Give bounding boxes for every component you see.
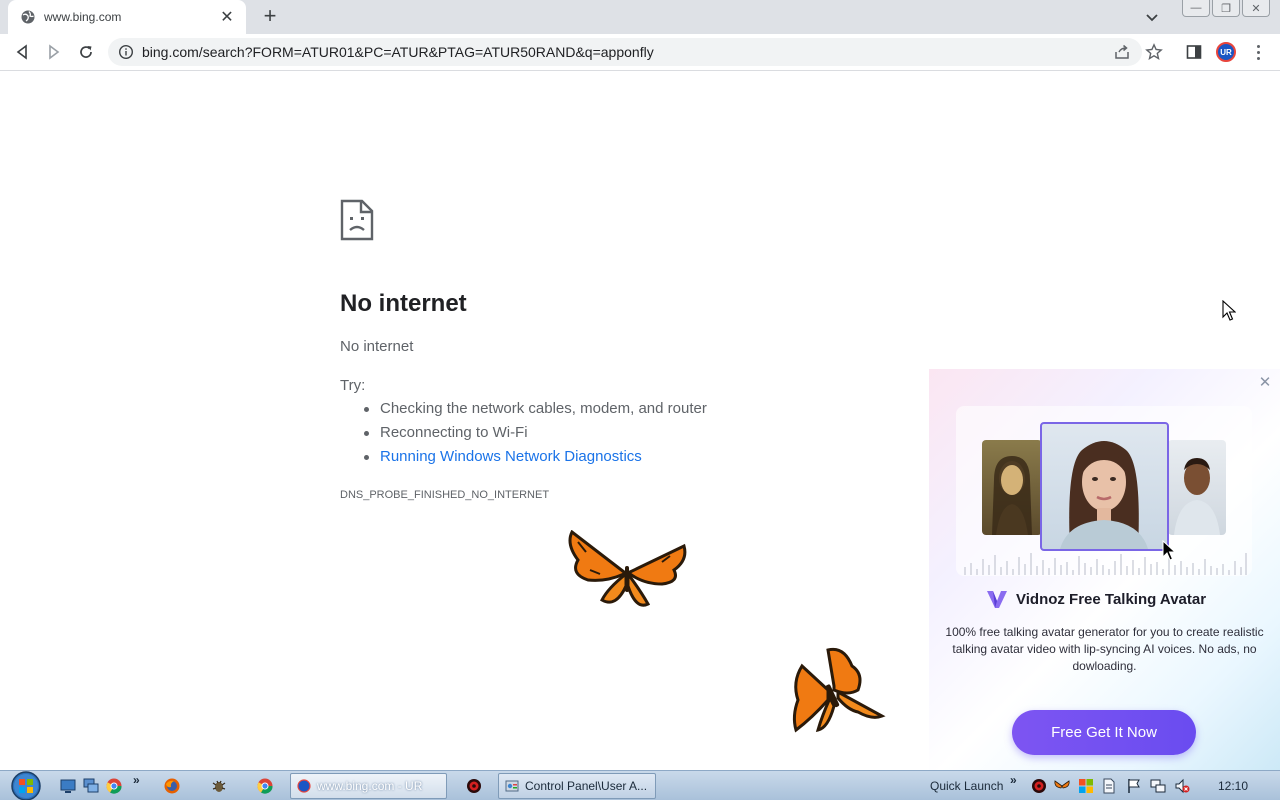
mouse-pointer-icon	[1222, 299, 1237, 321]
vidnoz-logo-icon	[986, 589, 1008, 609]
taskbar: » www.bing.com - UR Control Panel\User A…	[0, 770, 1280, 800]
share-icon[interactable]	[1113, 43, 1131, 61]
butterfly-icon	[788, 646, 886, 734]
tab-strip: www.bing.com ✕ + — ❐ ✕	[0, 0, 1280, 34]
reload-icon[interactable]	[76, 42, 96, 62]
butterfly-tray-icon[interactable]	[1054, 778, 1070, 794]
quicklaunch-overflow-chevron[interactable]: »	[133, 773, 140, 787]
profile-avatar[interactable]: UR	[1216, 42, 1236, 62]
quicklaunch-overflow-chevron[interactable]: »	[1010, 773, 1017, 787]
butterfly-icon	[566, 529, 688, 610]
avatar-thumbnail-painting	[982, 440, 1042, 535]
bug-app-icon[interactable]	[211, 778, 227, 794]
record-app-icon[interactable]	[466, 778, 482, 794]
quick-launch-label: Quick Launch	[930, 779, 1004, 793]
browser-toolbar: bing.com/search?FORM=ATUR01&PC=ATUR&PTAG…	[0, 34, 1280, 71]
bookmark-star-icon[interactable]	[1145, 43, 1163, 61]
ad-description: 100% free talking avatar generator for y…	[945, 625, 1264, 673]
ad-popup: ✕ Vidnoz Free Talking Avatar 100% free t…	[929, 369, 1280, 770]
forward-icon[interactable]	[44, 42, 64, 62]
globe-icon	[20, 9, 36, 25]
record-tray-icon[interactable]	[1031, 778, 1047, 794]
show-desktop-icon[interactable]	[60, 778, 76, 794]
windows-tray-icon[interactable]	[1078, 778, 1094, 794]
taskbar-task-control-panel[interactable]: Control Panel\User A...	[498, 773, 656, 799]
back-icon[interactable]	[12, 42, 32, 62]
ad-title: Vidnoz Free Talking Avatar	[1016, 590, 1207, 608]
taskbar-task-browser[interactable]: www.bing.com - UR	[290, 773, 447, 799]
side-panel-icon[interactable]	[1185, 43, 1203, 61]
try-label: Try:	[340, 377, 366, 394]
start-button[interactable]	[8, 771, 44, 800]
window-switcher-icon[interactable]	[83, 778, 99, 794]
document-tray-icon[interactable]	[1101, 778, 1117, 794]
suggestion-list: Checking the network cables, modem, and …	[362, 400, 707, 472]
audio-waveform	[961, 549, 1249, 577]
network-diagnostics-link[interactable]: Running Windows Network Diagnostics	[362, 448, 707, 472]
control-panel-icon	[505, 779, 519, 793]
chrome-icon[interactable]	[257, 778, 273, 794]
action-center-flag-icon[interactable]	[1126, 778, 1142, 794]
tab-close-icon[interactable]: ✕	[218, 8, 236, 26]
tab-search-chevron-icon[interactable]	[1143, 8, 1161, 26]
volume-muted-icon[interactable]	[1174, 778, 1190, 794]
mouse-pointer-icon	[1162, 539, 1177, 561]
error-code: DNS_PROBE_FINISHED_NO_INTERNET	[340, 489, 550, 501]
tab-title: www.bing.com	[44, 10, 122, 24]
task-label: Control Panel\User A...	[525, 779, 648, 793]
suggestion-item: Checking the network cables, modem, and …	[362, 400, 707, 424]
ad-cta-button[interactable]: Free Get It Now	[1012, 710, 1196, 755]
url-text: bing.com/search?FORM=ATUR01&PC=ATUR&PTAG…	[142, 44, 654, 60]
clock: 12:10	[1218, 779, 1249, 793]
window-close-button[interactable]: ✕	[1242, 0, 1270, 17]
ad-title-row: Vidnoz Free Talking Avatar	[986, 588, 1206, 610]
suggestion-item: Reconnecting to Wi-Fi	[362, 424, 707, 448]
error-subheading: No internet	[340, 338, 414, 355]
ad-close-icon[interactable]: ✕	[1258, 375, 1272, 390]
browser-tab[interactable]: www.bing.com ✕	[8, 0, 246, 34]
address-bar[interactable]: bing.com/search?FORM=ATUR01&PC=ATUR&PTAG…	[108, 38, 1142, 66]
sad-page-icon	[340, 199, 374, 241]
chrome-icon[interactable]	[106, 778, 122, 794]
avatar-thumbnail-man	[1168, 440, 1226, 535]
restore-button[interactable]: ❐	[1212, 0, 1240, 17]
error-heading: No internet	[340, 290, 467, 317]
avatar-preview-woman	[1040, 422, 1169, 551]
more-menu-icon[interactable]	[1250, 42, 1266, 62]
minimize-button[interactable]: —	[1182, 0, 1210, 17]
firefox-icon[interactable]	[164, 778, 180, 794]
new-tab-button[interactable]: +	[258, 5, 282, 28]
info-icon[interactable]	[118, 44, 134, 60]
window-controls: — ❐ ✕	[1182, 0, 1270, 18]
network-tray-icon[interactable]	[1150, 778, 1166, 794]
task-label: www.bing.com - UR	[317, 779, 423, 793]
ur-browser-icon	[297, 779, 311, 793]
